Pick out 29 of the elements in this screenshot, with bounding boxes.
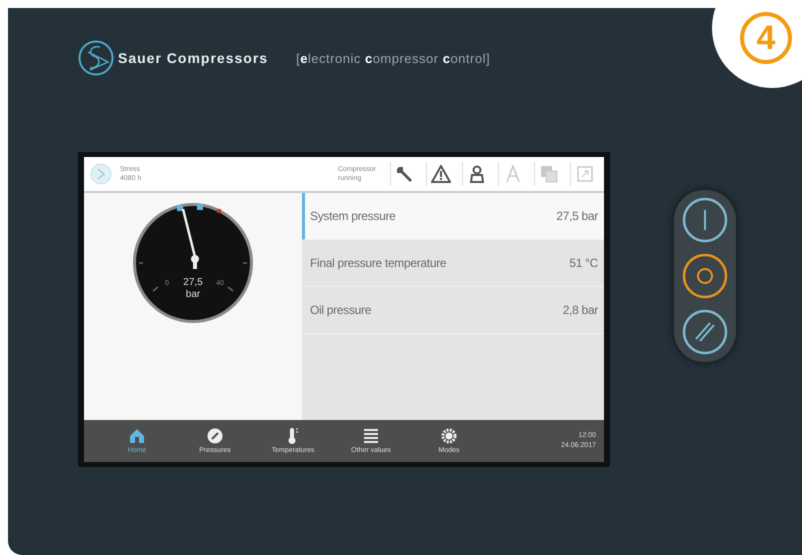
warning-icon	[430, 165, 450, 183]
compass-icon	[207, 428, 223, 444]
thermometer-icon	[287, 428, 299, 444]
list-icon	[364, 428, 378, 444]
tagline: [electronic compressor control]	[296, 50, 490, 66]
reading-label: Final pressure temperature	[310, 256, 446, 270]
wrench-icon	[396, 165, 414, 183]
brand-name: Sauer Compressors	[118, 50, 268, 66]
gauge-value: 27,5	[183, 277, 203, 288]
logo-icon	[78, 40, 114, 76]
stop-button[interactable]	[681, 252, 729, 300]
home-icon	[129, 428, 145, 444]
gauge-unit: bar	[186, 289, 200, 300]
export-icon	[576, 166, 592, 182]
reading-row[interactable]: Oil pressure 2,8 bar	[302, 287, 604, 334]
reset-button[interactable]	[681, 308, 729, 356]
power-on-button[interactable]	[681, 196, 729, 244]
reading-value: 2,8 bar	[562, 303, 598, 317]
reading-row[interactable]: System pressure 27,5 bar	[302, 193, 604, 240]
reading-label: Oil pressure	[310, 303, 372, 317]
person-icon	[468, 165, 486, 183]
reading-label: System pressure	[310, 209, 396, 223]
gear-icon	[441, 428, 457, 444]
letter-icon	[506, 165, 520, 183]
toolbar-button[interactable]	[426, 162, 454, 186]
reading-value: 51 °C	[569, 256, 598, 270]
reading-row[interactable]: Final pressure temperature 51 °C	[302, 240, 604, 287]
reading-value: 27,5 bar	[556, 209, 598, 223]
copy-icon	[540, 165, 558, 183]
